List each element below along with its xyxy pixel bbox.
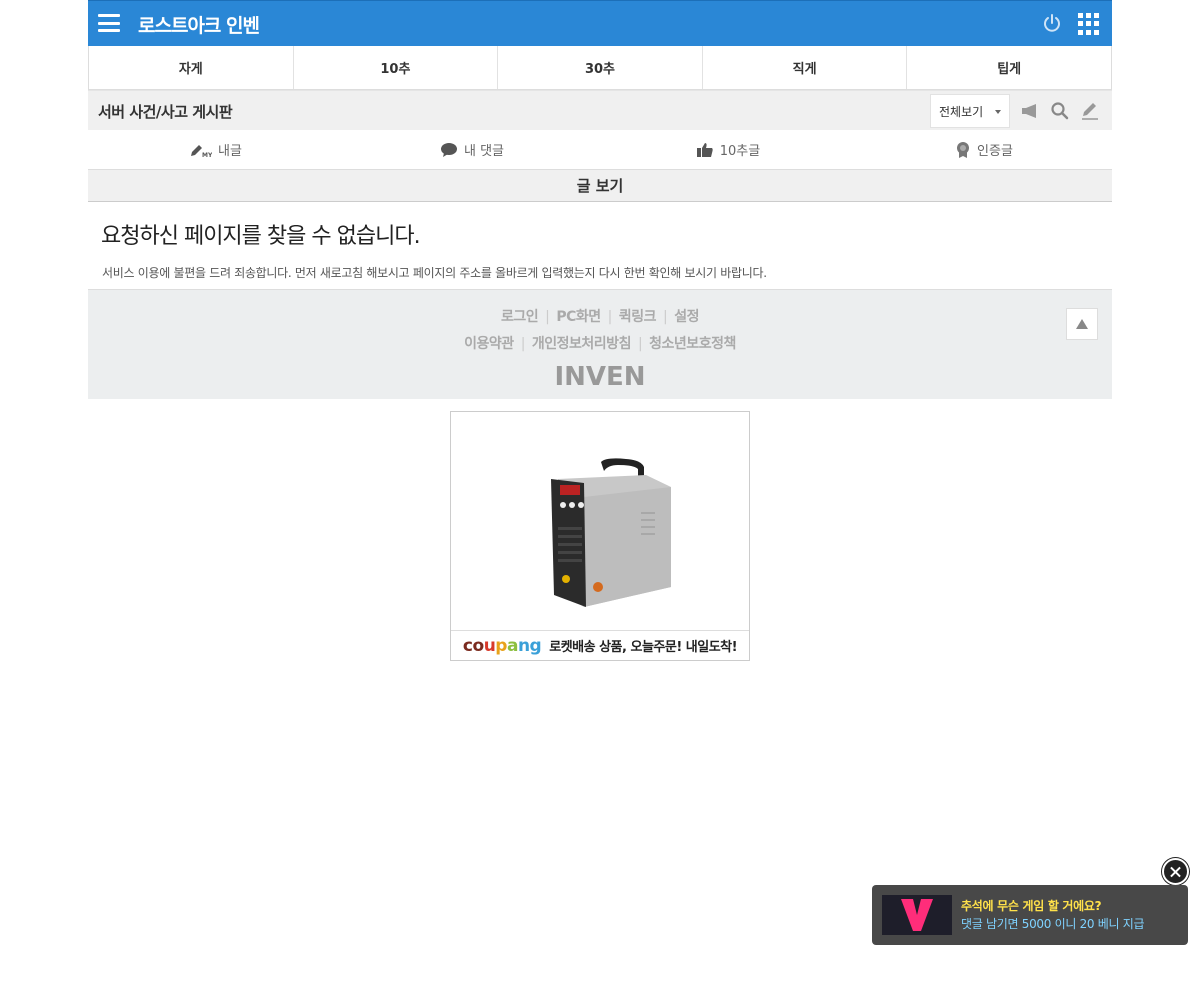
search-icon[interactable] bbox=[1050, 102, 1070, 120]
error-title: 요청하신 페이지를 찾을 수 없습니다. bbox=[101, 224, 421, 249]
site-title[interactable]: 로스트아크 인벤 bbox=[138, 11, 260, 38]
event-popup[interactable]: 추석에 무슨 게임 할 거에요? 댓글 남기면 5000 이니 20 베니 지급 bbox=[872, 885, 1188, 945]
footer-link-terms[interactable]: 이용약관 bbox=[464, 336, 514, 352]
power-icon[interactable] bbox=[1042, 13, 1062, 33]
view-filter-label: 전체보기 bbox=[939, 104, 984, 119]
section-header: 글 보기 bbox=[88, 170, 1112, 202]
submenu-certified[interactable]: 인증글 bbox=[856, 130, 1112, 169]
tab-job[interactable]: 직게 bbox=[703, 46, 908, 89]
tab-30-recommend[interactable]: 30추 bbox=[498, 46, 703, 89]
coupang-ad[interactable]: coupang 로켓배송 상품, 오늘주문! 내일도착! bbox=[450, 411, 750, 661]
hamburger-menu-icon[interactable] bbox=[98, 14, 120, 32]
top-header: 로스트아크 인벤 bbox=[88, 0, 1112, 46]
footer-links-row2: 이용약관 | 개인정보처리방침 | 청소년보호정책 bbox=[464, 336, 736, 352]
submenu-label: 10추글 bbox=[719, 144, 761, 159]
footer-link-youth-policy[interactable]: 청소년보호정책 bbox=[649, 336, 736, 352]
my-posts-icon: MY bbox=[191, 144, 212, 158]
tab-10-recommend[interactable]: 10추 bbox=[294, 46, 499, 89]
close-popup-button[interactable] bbox=[1162, 858, 1189, 885]
tab-free[interactable]: 자게 bbox=[89, 46, 294, 89]
speech-bubble-icon bbox=[440, 142, 457, 157]
pencil-icon[interactable] bbox=[1080, 102, 1100, 120]
submenu-label: 인증글 bbox=[977, 144, 1013, 159]
user-submenu: MY 내글 내 댓글 10추글 인증글 bbox=[88, 130, 1112, 170]
tab-tips[interactable]: 팁게 bbox=[907, 46, 1111, 89]
board-tabs: 자게 10추 30추 직게 팁게 bbox=[88, 46, 1112, 90]
inven-logo[interactable]: INVEN bbox=[88, 362, 1112, 392]
footer-link-login[interactable]: 로그인 bbox=[501, 309, 539, 325]
v-logo-icon bbox=[882, 895, 952, 935]
submenu-label: 내 댓글 bbox=[463, 144, 504, 159]
badge-icon bbox=[957, 141, 970, 158]
submenu-label: 내글 bbox=[218, 144, 242, 159]
submenu-my-comments[interactable]: 내 댓글 bbox=[344, 130, 600, 169]
view-filter-select[interactable]: 전체보기 bbox=[930, 94, 1010, 128]
error-description: 서비스 이용에 불편을 드려 죄송합니다. 먼저 새로고침 해보시고 페이지의 … bbox=[102, 266, 767, 280]
board-bar: 서버 사건/사고 게시판 전체보기 bbox=[88, 90, 1112, 130]
footer-link-pc-view[interactable]: PC화면 bbox=[556, 309, 601, 325]
board-title[interactable]: 서버 사건/사고 게시판 bbox=[98, 101, 233, 122]
thumbs-up-icon bbox=[696, 142, 713, 157]
megaphone-icon[interactable] bbox=[1020, 102, 1040, 120]
popup-subline: 댓글 남기면 5000 이니 20 베니 지급 bbox=[961, 917, 1145, 931]
ad-caption: coupang 로켓배송 상품, 오늘주문! 내일도착! bbox=[451, 630, 749, 660]
footer-links-row1: 로그인 | PC화면 | 퀵링크 | 설정 bbox=[501, 309, 699, 325]
popup-headline: 추석에 무슨 게임 할 거에요? bbox=[961, 899, 1102, 913]
footer-link-privacy[interactable]: 개인정보처리방침 bbox=[532, 336, 632, 352]
ad-text: 로켓배송 상품, 오늘주문! 내일도착! bbox=[549, 640, 738, 655]
caret-down-icon bbox=[995, 110, 1001, 114]
scroll-top-button[interactable] bbox=[1066, 308, 1098, 340]
footer-link-settings[interactable]: 설정 bbox=[674, 309, 699, 325]
mobile-page: 로스트아크 인벤 자게 10추 30추 직게 팁게 서버 사건/사고 게시판 전… bbox=[88, 0, 1112, 399]
welder-product-image bbox=[551, 458, 671, 607]
submenu-10-recommended[interactable]: 10추글 bbox=[600, 130, 856, 169]
submenu-my-posts[interactable]: MY 내글 bbox=[88, 130, 344, 169]
footer: 로그인 | PC화면 | 퀵링크 | 설정 이용약관 | 개인정보처리방침 | 청소년보호정책 IN… bbox=[88, 289, 1112, 399]
svg-text:MY: MY bbox=[202, 152, 212, 158]
apps-grid-icon[interactable] bbox=[1078, 13, 1100, 35]
coupang-logo: coupang bbox=[462, 635, 542, 656]
arrow-up-icon bbox=[1076, 319, 1088, 329]
footer-link-quicklink[interactable]: 퀵링크 bbox=[619, 309, 657, 325]
